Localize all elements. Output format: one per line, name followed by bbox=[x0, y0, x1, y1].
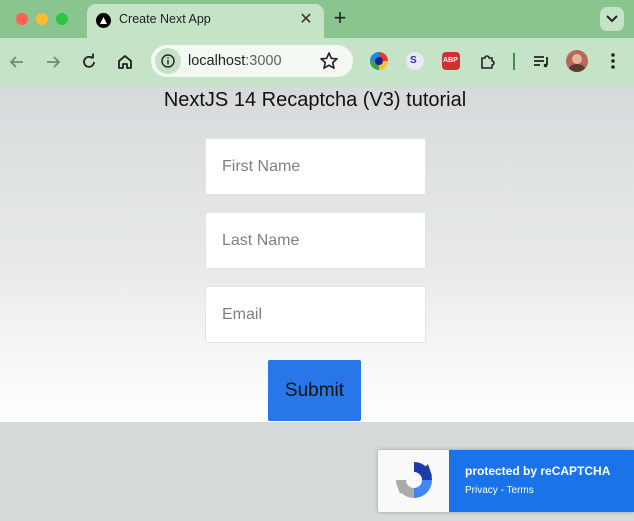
new-tab-button[interactable]: + bbox=[329, 7, 351, 30]
reload-button[interactable] bbox=[78, 51, 100, 73]
minimize-window-button[interactable] bbox=[36, 13, 48, 25]
bookmark-star-icon[interactable] bbox=[319, 51, 339, 71]
translate-extension-icon[interactable]: S bbox=[406, 52, 424, 70]
puzzle-extensions-icon bbox=[481, 55, 495, 69]
page-title: NextJS 14 Recaptcha (V3) tutorial bbox=[163, 89, 467, 111]
recaptcha-privacy-link[interactable]: Privacy bbox=[465, 485, 498, 496]
close-window-button[interactable] bbox=[16, 13, 28, 25]
arrow-right-icon bbox=[47, 56, 61, 68]
site-info-button[interactable] bbox=[155, 48, 181, 74]
color-picker-extension-icon[interactable] bbox=[370, 52, 388, 70]
recaptcha-protected-text: protected by reCAPTCHA bbox=[465, 464, 611, 478]
browser-toolbar: localhost:3000 S ABP bbox=[0, 38, 634, 86]
reload-icon bbox=[83, 53, 95, 68]
browser-tab-strip: Create Next App ✕ + bbox=[0, 0, 634, 38]
browser-menu-button[interactable] bbox=[602, 50, 624, 72]
nextjs-favicon-icon bbox=[96, 13, 111, 28]
last-name-field[interactable] bbox=[205, 212, 426, 269]
adblock-plus-icon[interactable]: ABP bbox=[442, 52, 460, 70]
reading-list-button[interactable] bbox=[530, 50, 552, 72]
info-icon bbox=[161, 54, 175, 68]
address-bar[interactable]: localhost:3000 bbox=[151, 45, 353, 77]
tab-close-icon[interactable]: ✕ bbox=[296, 10, 316, 30]
email-input[interactable] bbox=[206, 287, 425, 342]
tab-search-button[interactable] bbox=[600, 7, 624, 31]
maximize-window-button[interactable] bbox=[56, 13, 68, 25]
email-field[interactable] bbox=[205, 286, 426, 343]
toolbar-divider bbox=[513, 53, 515, 70]
recaptcha-links: Privacy - Terms bbox=[465, 485, 534, 496]
url-text[interactable]: localhost:3000 bbox=[188, 53, 282, 69]
profile-avatar[interactable] bbox=[566, 50, 588, 72]
reading-list-icon bbox=[534, 56, 548, 68]
arrow-left-icon bbox=[9, 56, 23, 68]
recaptcha-badge[interactable]: protected by reCAPTCHA Privacy - Terms bbox=[378, 450, 634, 512]
page-content-area: NextJS 14 Recaptcha (V3) tutorial Submit bbox=[0, 86, 634, 422]
url-host: localhost bbox=[188, 53, 246, 69]
chevron-down-icon bbox=[606, 15, 618, 23]
kebab-menu-icon bbox=[611, 53, 615, 69]
forward-button[interactable] bbox=[42, 51, 64, 73]
recaptcha-info-panel: protected by reCAPTCHA Privacy - Terms bbox=[449, 450, 634, 512]
home-icon bbox=[118, 55, 132, 69]
first-name-input[interactable] bbox=[206, 139, 425, 194]
tab-title: Create Next App bbox=[119, 12, 211, 26]
last-name-input[interactable] bbox=[206, 213, 425, 268]
url-port: :3000 bbox=[245, 53, 282, 69]
recaptcha-logo-icon bbox=[396, 462, 432, 498]
back-button[interactable] bbox=[6, 51, 28, 73]
submit-button[interactable]: Submit bbox=[268, 360, 361, 421]
home-button[interactable] bbox=[114, 51, 136, 73]
first-name-field[interactable] bbox=[205, 138, 426, 195]
extensions-button[interactable] bbox=[477, 50, 499, 72]
recaptcha-link-separator: - bbox=[497, 485, 507, 496]
recaptcha-terms-link[interactable]: Terms bbox=[507, 485, 534, 496]
browser-tab-active[interactable]: Create Next App ✕ bbox=[87, 4, 324, 38]
